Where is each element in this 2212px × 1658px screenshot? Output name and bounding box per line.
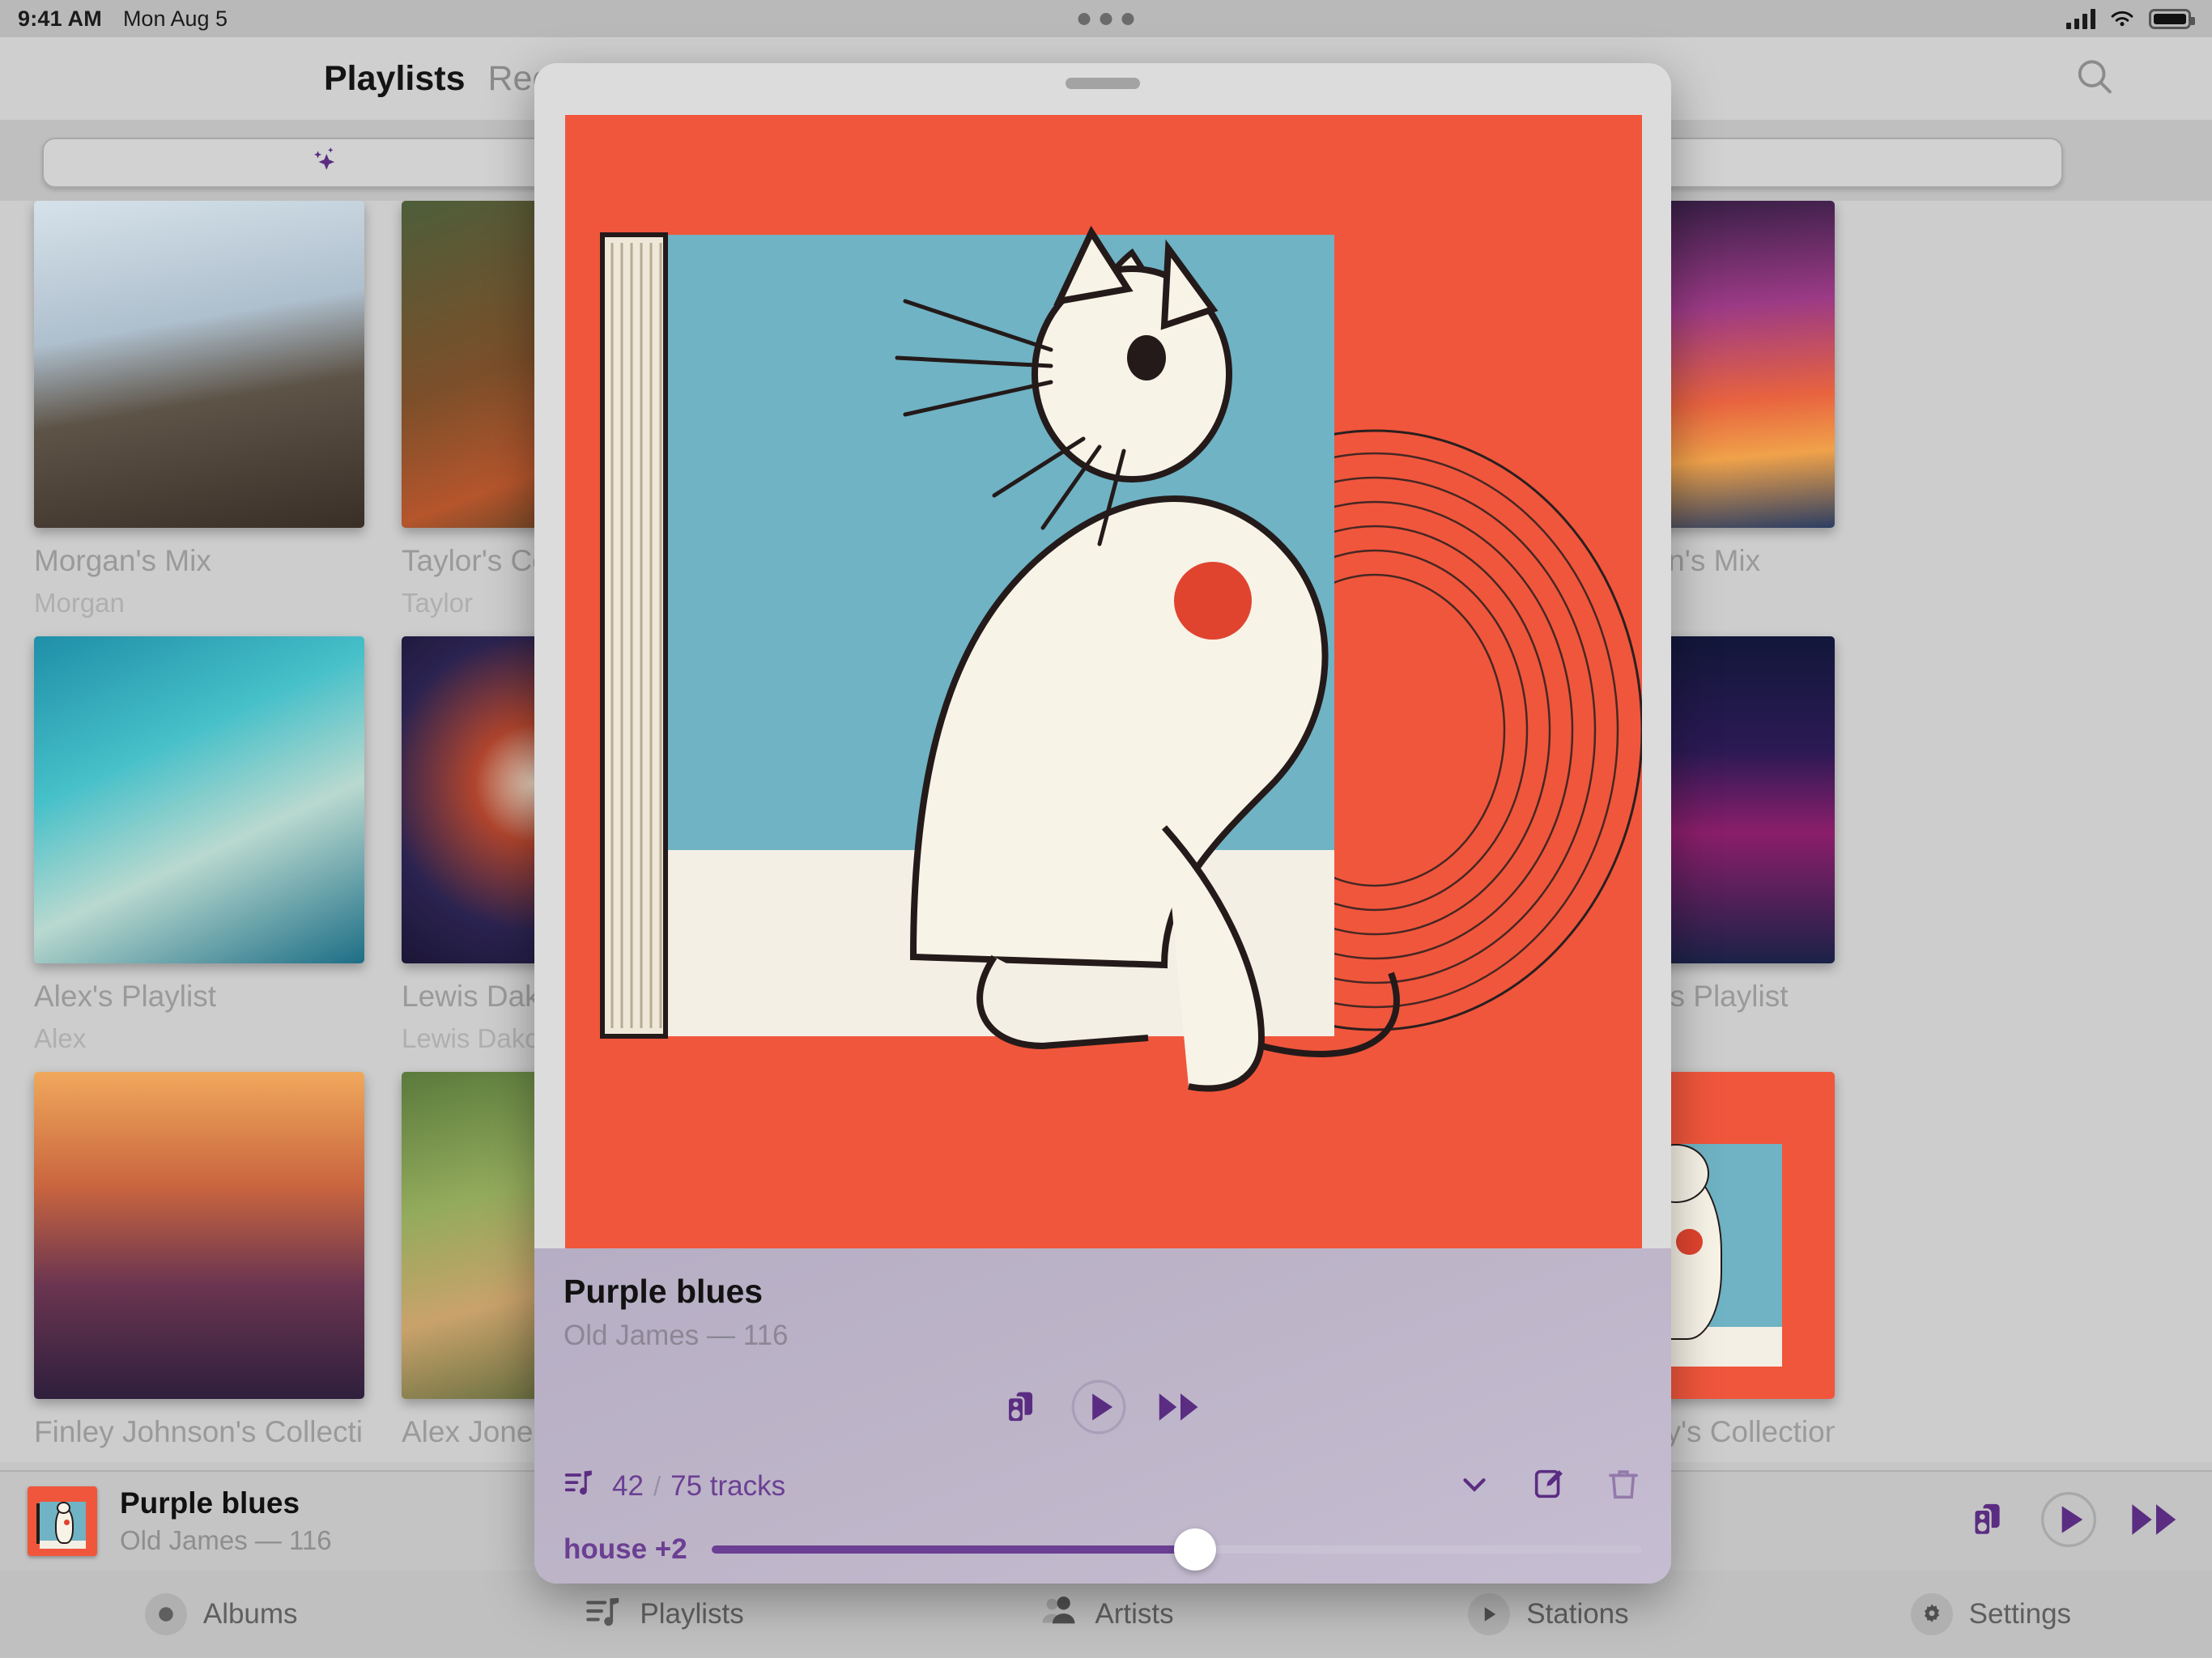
chevron-down-icon[interactable] bbox=[1456, 1465, 1493, 1507]
playlist-title: Finley Johnson's Collecti... bbox=[34, 1415, 364, 1448]
bottom-tab-bar: Albums Playlists Artists Stations Settin… bbox=[0, 1571, 2212, 1658]
sheet-track-title: Purple blues bbox=[564, 1273, 764, 1310]
play-button[interactable] bbox=[2039, 1490, 2099, 1554]
tab-playlists[interactable]: Playlists bbox=[324, 59, 466, 99]
trash-icon[interactable] bbox=[1605, 1465, 1642, 1507]
playlist-card[interactable]: Finley Johnson's Collecti... Finley John… bbox=[34, 1072, 364, 1462]
battery-icon bbox=[2149, 8, 2195, 29]
sheet-action-buttons bbox=[1456, 1465, 1642, 1507]
slider-label: house +2 bbox=[564, 1533, 687, 1565]
people-icon bbox=[1038, 1591, 1078, 1639]
wifi-icon bbox=[2111, 11, 2133, 27]
tab-label: Artists bbox=[1095, 1598, 1174, 1630]
status-date: Mon Aug 5 bbox=[122, 6, 228, 31]
playlist-title: Alex's Playlist bbox=[34, 980, 217, 1013]
tab-stations[interactable]: Stations bbox=[1327, 1593, 1769, 1635]
tab-playlists[interactable]: Playlists bbox=[442, 1591, 884, 1639]
now-playing-subtitle: Old James — 116 bbox=[120, 1525, 332, 1555]
sheet-track-meta: 42 / 75 tracks bbox=[564, 1465, 1642, 1507]
edit-icon[interactable] bbox=[1530, 1465, 1568, 1507]
fast-forward-button[interactable] bbox=[1155, 1386, 1206, 1432]
tab-label: Stations bbox=[1526, 1598, 1629, 1630]
playlist-artwork bbox=[34, 201, 364, 528]
disc-icon bbox=[144, 1593, 187, 1635]
playlist-artwork bbox=[34, 1072, 364, 1399]
playlist-owner: Alex bbox=[34, 1023, 87, 1053]
music-note-list-icon bbox=[564, 1466, 599, 1506]
sheet-track-subtitle: Old James — 116 bbox=[564, 1320, 789, 1351]
now-playing-controls bbox=[1966, 1490, 2184, 1554]
sheet-drag-handle[interactable] bbox=[1066, 78, 1140, 89]
playlist-card[interactable]: Alex's Playlist Alex bbox=[34, 636, 364, 1054]
speakers-icon[interactable] bbox=[1966, 1498, 2010, 1545]
now-playing-title: Purple blues bbox=[120, 1486, 300, 1520]
sheet-transport-controls bbox=[534, 1378, 1671, 1440]
slider-track[interactable] bbox=[711, 1528, 1642, 1571]
playlist-artwork bbox=[34, 636, 364, 963]
status-indicators bbox=[2066, 8, 2195, 29]
fast-forward-button[interactable] bbox=[2128, 1495, 2184, 1548]
sparkles-icon bbox=[306, 142, 343, 184]
now-playing-sheet: Purple blues Old James — 116 42 / 75 tra… bbox=[534, 63, 1671, 1584]
now-playing-artwork bbox=[28, 1486, 97, 1556]
cellular-signal-icon bbox=[2066, 8, 2095, 29]
playlist-owner: Finley Johnson bbox=[34, 1459, 364, 1462]
tab-settings[interactable]: Settings bbox=[1770, 1593, 2212, 1635]
sheet-album-artwork bbox=[565, 115, 1642, 1248]
sheet-controls-panel: Purple blues Old James — 116 42 / 75 tra… bbox=[534, 1248, 1671, 1584]
playlist-note-icon bbox=[583, 1591, 623, 1639]
search-icon[interactable] bbox=[2073, 55, 2116, 103]
slider-fill bbox=[711, 1545, 1196, 1554]
play-button[interactable] bbox=[1070, 1378, 1128, 1440]
status-bar: 9:41 AM Mon Aug 5 bbox=[0, 0, 2212, 37]
genre-slider[interactable]: house +2 bbox=[564, 1528, 1642, 1571]
tab-albums[interactable]: Albums bbox=[0, 1593, 442, 1635]
gear-icon bbox=[1910, 1593, 1953, 1635]
sheet-track-index: 42 bbox=[612, 1469, 644, 1502]
slider-knob[interactable] bbox=[1174, 1528, 1217, 1571]
playlist-title: Morgan's Mix bbox=[34, 544, 211, 577]
sheet-track-total: 75 tracks bbox=[670, 1469, 786, 1502]
playlist-card[interactable]: Morgan's Mix Morgan bbox=[34, 201, 364, 619]
tab-label: Settings bbox=[1968, 1598, 2072, 1630]
tab-label: Albums bbox=[202, 1598, 298, 1630]
tab-label: Playlists bbox=[640, 1598, 744, 1630]
status-time: 9:41 AM bbox=[18, 6, 102, 31]
sheet-meta-separator: / bbox=[653, 1470, 661, 1501]
now-playing-meta: Purple blues Old James — 116 bbox=[120, 1486, 332, 1556]
app-root: 9:41 AM Mon Aug 5 Playlists Recomm bbox=[0, 0, 2212, 1658]
multitask-dots-icon[interactable] bbox=[1078, 12, 1134, 25]
speakers-icon[interactable] bbox=[1000, 1386, 1042, 1432]
play-circle-icon bbox=[1468, 1593, 1511, 1635]
tab-artists[interactable]: Artists bbox=[885, 1591, 1327, 1639]
playlist-owner: Morgan bbox=[34, 588, 125, 618]
